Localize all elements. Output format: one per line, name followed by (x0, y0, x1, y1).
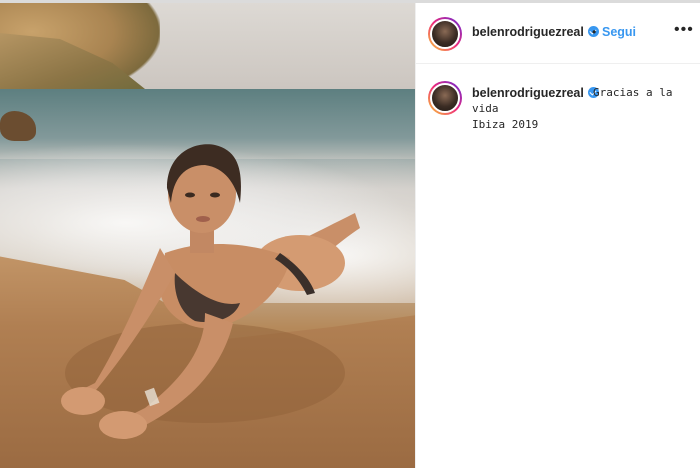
caption-avatar[interactable] (428, 81, 462, 115)
caption-username[interactable]: belenrodriguezreal (472, 86, 599, 100)
photo-person (61, 144, 360, 439)
caption-line-3: Ibiza 2019 (472, 118, 539, 131)
caption-line-1: Gracias a la (593, 86, 673, 99)
more-horizontal-icon[interactable]: ••• (674, 21, 694, 39)
username-text[interactable]: belenrodriguezreal (472, 25, 584, 39)
post-sidebar: belenrodriguezreal • Segui ••• belenrodr… (415, 3, 700, 468)
post-header: belenrodriguezreal • Segui ••• (416, 3, 700, 64)
separator-dot: • (592, 25, 597, 39)
follow-button[interactable]: Segui (602, 25, 636, 39)
caption-line-2: vida (472, 102, 499, 115)
post-image[interactable] (0, 3, 415, 468)
avatar[interactable] (428, 17, 462, 51)
header-username[interactable]: belenrodriguezreal (472, 25, 599, 39)
caption-username-text[interactable]: belenrodriguezreal (472, 86, 584, 100)
